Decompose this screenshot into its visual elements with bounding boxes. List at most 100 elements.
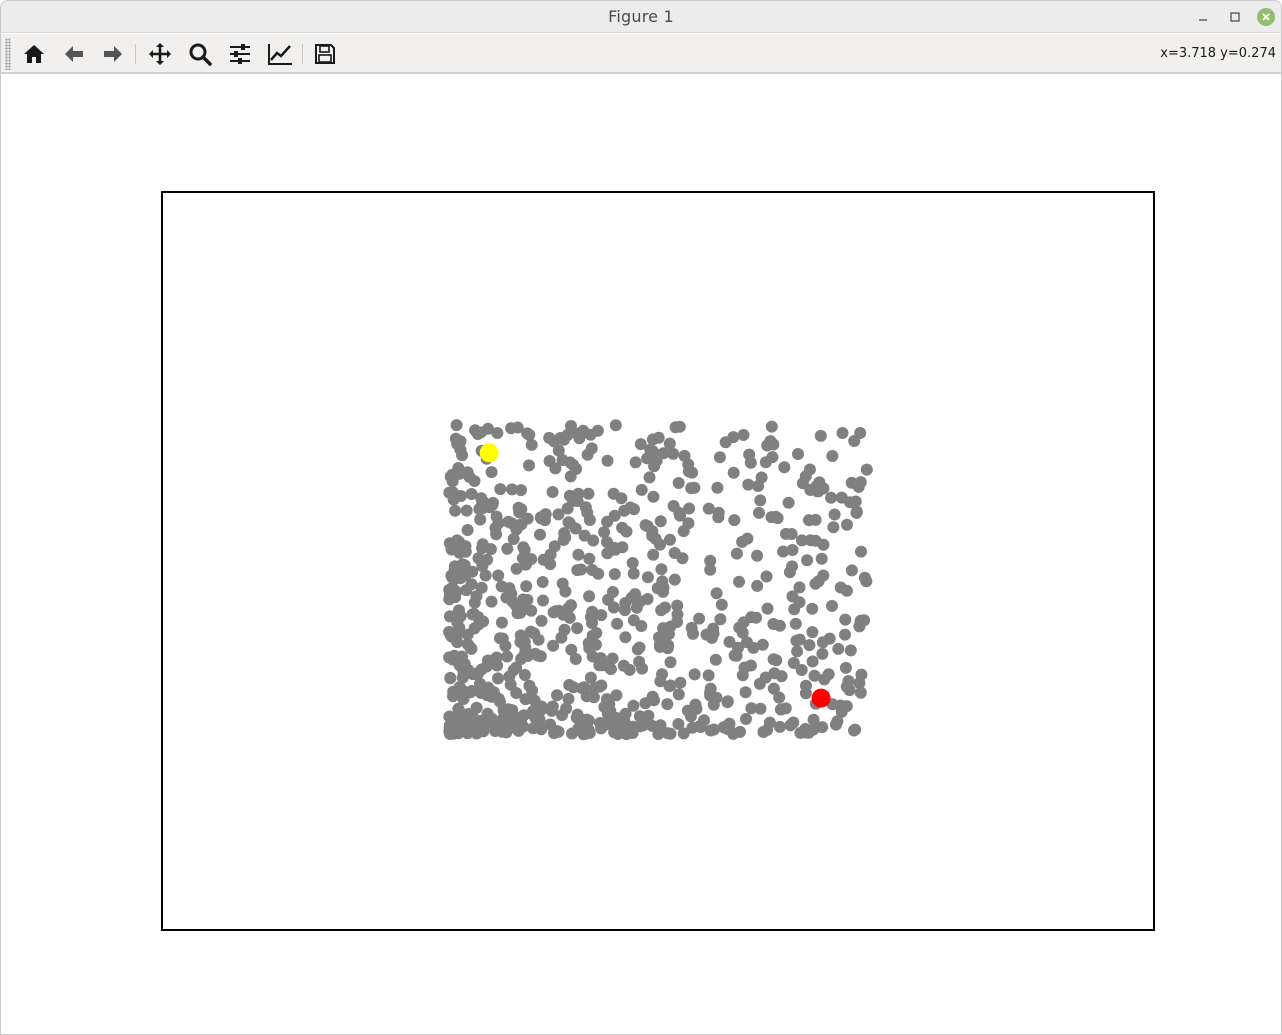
save-button[interactable] xyxy=(309,38,341,70)
scatter-point xyxy=(839,613,852,626)
scatter-point xyxy=(564,456,577,469)
home-button[interactable] xyxy=(18,38,50,70)
scatter-point xyxy=(827,521,840,534)
scatter-point xyxy=(736,669,749,682)
maximize-button[interactable] xyxy=(1225,7,1245,27)
close-icon xyxy=(1262,13,1270,21)
scatter-point xyxy=(571,622,584,635)
plot-axes[interactable] xyxy=(161,191,1155,931)
scatter-point xyxy=(835,491,848,504)
scatter-point xyxy=(789,617,802,630)
scatter-point xyxy=(770,654,783,667)
scatter-point xyxy=(608,726,621,739)
scatter-point xyxy=(741,532,754,545)
pan-button[interactable] xyxy=(144,38,176,70)
scatter-point xyxy=(728,649,741,662)
configure-subplots-button[interactable] xyxy=(224,38,256,70)
scatter-point xyxy=(764,435,777,448)
scatter-point xyxy=(581,506,594,519)
scatter-point xyxy=(647,548,660,561)
arrow-left-icon xyxy=(65,46,83,62)
scatter-point xyxy=(683,502,696,515)
scatter-point xyxy=(559,585,572,598)
scatter-point xyxy=(839,661,852,674)
scatter-point xyxy=(497,725,510,737)
navigation-toolbar: x=3.718 y=0.274 xyxy=(1,34,1281,74)
scatter-point xyxy=(682,517,695,530)
scatter-point xyxy=(454,687,467,700)
close-button[interactable] xyxy=(1257,8,1275,26)
scatter-point xyxy=(543,455,556,467)
scatter-point xyxy=(646,690,659,703)
scatter-point xyxy=(454,610,467,623)
scatter-point xyxy=(817,482,830,495)
scatter-point xyxy=(531,649,544,662)
title-bar[interactable]: Figure 1 xyxy=(1,1,1281,33)
scatter-point xyxy=(598,526,611,539)
scatter-point xyxy=(582,637,595,650)
scatter-point xyxy=(454,435,467,448)
scatter-point xyxy=(449,504,462,517)
scatter-point xyxy=(816,636,829,649)
scatter-point xyxy=(771,512,784,525)
scatter-point xyxy=(710,587,723,600)
scatter-point xyxy=(507,533,520,545)
scatter-plot xyxy=(443,419,873,741)
scatter-point xyxy=(672,477,685,489)
scatter-point xyxy=(727,727,740,740)
scatter-point xyxy=(552,444,565,457)
scatter-point xyxy=(714,613,727,626)
toolbar-grip[interactable] xyxy=(5,38,11,70)
scatter-point xyxy=(806,626,819,639)
scatter-point xyxy=(760,570,773,583)
scatter-point xyxy=(535,614,548,627)
scatter-point xyxy=(822,668,835,681)
forward-button[interactable] xyxy=(97,38,129,70)
scatter-point xyxy=(815,552,828,565)
scatter-point xyxy=(495,616,508,629)
scatter-point xyxy=(506,483,518,496)
scatter-point xyxy=(816,647,829,660)
scatter-point xyxy=(447,727,460,740)
scatter-point xyxy=(601,693,613,706)
scatter-point xyxy=(563,679,576,691)
scatter-point xyxy=(834,581,847,594)
edit-axes-button[interactable] xyxy=(264,38,296,70)
scatter-point xyxy=(759,671,772,684)
scatter-point xyxy=(661,698,674,711)
scatter-point xyxy=(444,671,457,684)
scatter-point xyxy=(525,438,538,451)
scatter-point xyxy=(690,702,703,715)
figure-canvas[interactable] xyxy=(1,76,1281,1034)
minimize-button[interactable] xyxy=(1193,7,1213,27)
zoom-button[interactable] xyxy=(184,38,216,70)
scatter-point xyxy=(688,668,701,681)
window-title: Figure 1 xyxy=(608,7,674,26)
scatter-point xyxy=(601,547,614,560)
scatter-point xyxy=(662,639,675,652)
scatter-point xyxy=(459,568,472,581)
scatter-point xyxy=(817,569,830,582)
scatter-point xyxy=(801,554,814,567)
scatter-point xyxy=(839,628,851,641)
scatter-point xyxy=(523,459,535,472)
scatter-point xyxy=(715,598,728,611)
scatter-point xyxy=(492,569,505,582)
scatter-point xyxy=(712,511,725,524)
scatter-point xyxy=(693,720,706,733)
scatter-point xyxy=(704,563,717,576)
scatter-point xyxy=(761,602,774,615)
back-button[interactable] xyxy=(58,38,90,70)
scatter-point xyxy=(826,450,839,462)
scatter-point xyxy=(583,590,596,603)
point-cloud xyxy=(443,419,873,741)
scatter-point xyxy=(788,603,801,616)
scatter-point xyxy=(803,463,816,476)
scatter-point xyxy=(672,718,685,730)
scatter-point xyxy=(606,652,619,665)
highlight-point-red xyxy=(811,688,831,708)
minimize-icon xyxy=(1199,19,1207,21)
scatter-point xyxy=(627,567,640,580)
scatter-point xyxy=(545,701,558,714)
scatter-point xyxy=(786,590,799,603)
